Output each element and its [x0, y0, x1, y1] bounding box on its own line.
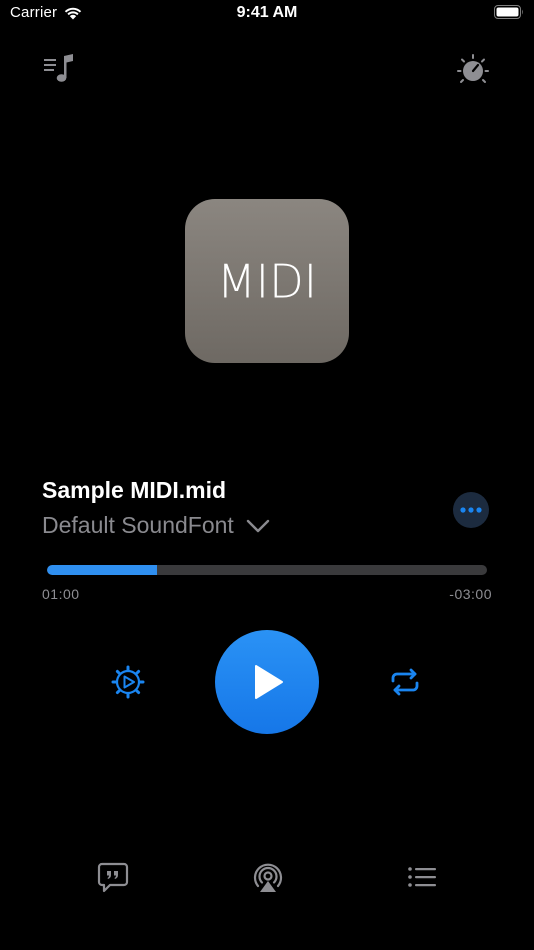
playlist-button[interactable]	[42, 52, 76, 86]
elapsed-time: 01:00	[42, 586, 80, 602]
airplay-button[interactable]	[248, 857, 288, 897]
music-playlist-icon	[44, 54, 73, 82]
airplay-icon	[253, 863, 283, 892]
lyrics-quote-icon	[97, 862, 129, 893]
knob-button[interactable]	[456, 53, 490, 87]
list-icon	[408, 867, 436, 887]
knob-settings-icon	[457, 54, 489, 83]
status-time: 9:41 AM	[236, 4, 298, 21]
progress-fill	[47, 565, 157, 575]
repeat-icon	[391, 668, 419, 696]
play-button[interactable]	[215, 630, 319, 734]
soundfont-selector[interactable]: Default SoundFont	[42, 512, 270, 539]
repeat-button[interactable]	[385, 662, 425, 702]
play-icon	[255, 665, 283, 699]
play-gear-icon	[111, 665, 145, 699]
lyrics-button[interactable]	[93, 857, 133, 897]
album-artwork: MIDI	[185, 199, 349, 363]
remaining-time: -03:00	[449, 586, 492, 602]
playlist-list-button[interactable]	[402, 857, 442, 897]
playback-settings-button[interactable]	[108, 662, 148, 702]
battery-icon	[494, 5, 523, 19]
more-options-button[interactable]	[453, 492, 489, 528]
artwork-label: MIDI	[216, 253, 318, 309]
soundfont-label: Default SoundFont	[42, 512, 234, 538]
track-title: Sample MIDI.mid	[42, 477, 227, 503]
chevron-down-icon	[246, 519, 269, 532]
progress-slider[interactable]	[47, 565, 487, 575]
ellipsis-icon	[460, 507, 482, 513]
